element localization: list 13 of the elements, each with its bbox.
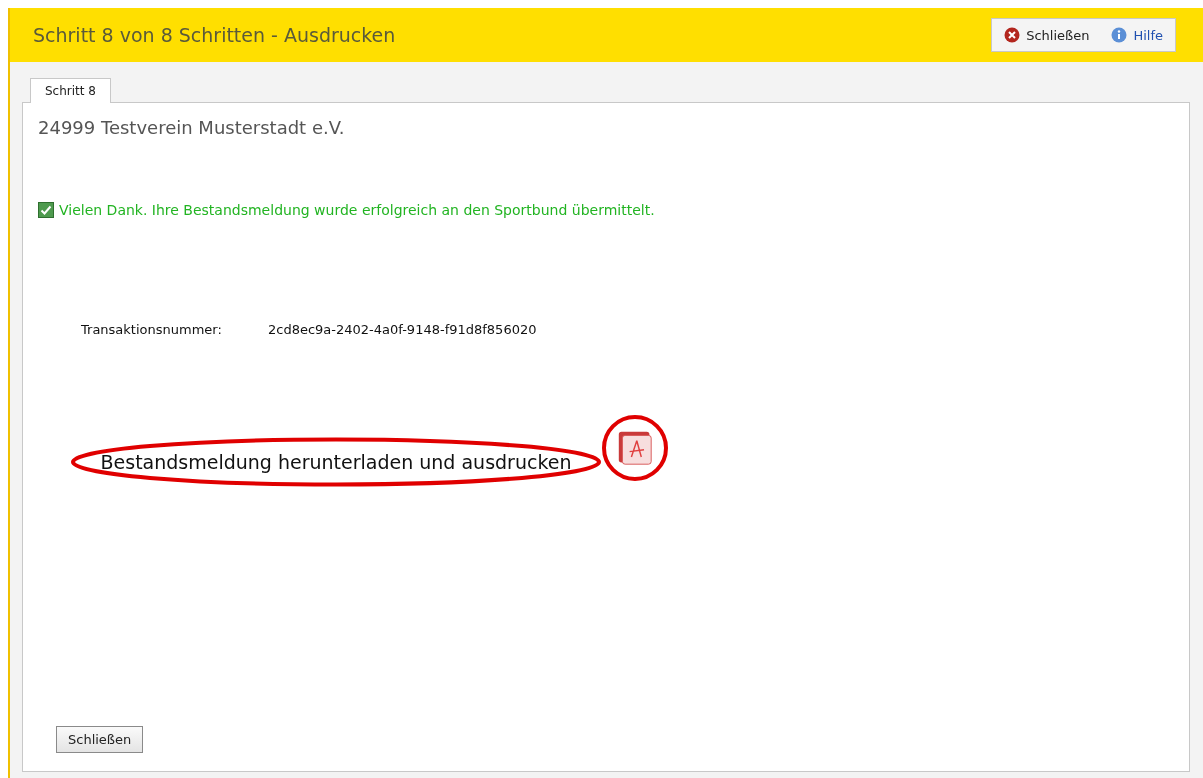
info-icon	[1111, 27, 1128, 43]
club-name: 24999 Testverein Musterstadt e.V.	[38, 117, 346, 138]
transaction-number: 2cd8ec9a-2402-4a0f-9148-f91d8f856020	[268, 322, 537, 337]
close-icon	[1004, 27, 1021, 43]
close-button[interactable]: Schließen	[56, 726, 144, 753]
close-link[interactable]: Schließen	[1004, 27, 1090, 43]
page-title: Schritt 8 von 8 Schritten - Ausdrucken	[33, 24, 396, 46]
highlight-circle	[602, 415, 668, 481]
pdf-icon[interactable]	[617, 430, 653, 466]
step-tab[interactable]: Schritt 8	[30, 78, 111, 103]
success-message: Vielen Dank. Ihre Bestandsmeldung wurde erfolgreich an den Sportbund übermittelt.	[59, 202, 655, 218]
help-link[interactable]: Hilfe	[1111, 27, 1163, 43]
transaction-label: Transaktionsnummer:	[81, 322, 223, 337]
